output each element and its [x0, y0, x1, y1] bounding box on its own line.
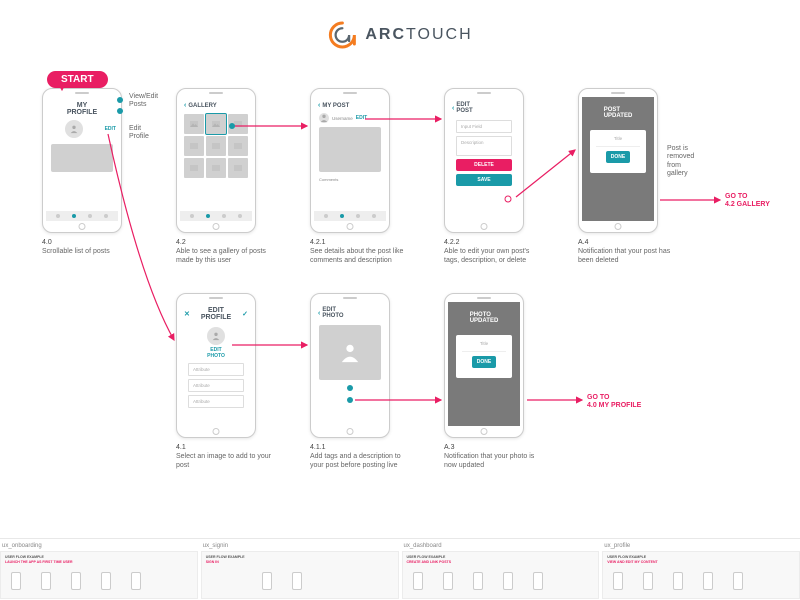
goto-gallery: GO TO 4.2 GALLERY	[725, 193, 770, 210]
comments-label: Comments	[314, 175, 386, 184]
my-profile-title: MY PROFILE	[46, 97, 118, 118]
caption-421: 4.2.1See details about the post like com…	[310, 238, 410, 265]
doc-onboarding[interactable]: ux_onboarding USER FLOW EXAMPLE LAUNCH T…	[0, 543, 198, 600]
flow-arrows	[0, 0, 800, 600]
attribute-field-3[interactable]: Attribute	[188, 395, 244, 408]
document-thumbnails: ux_onboarding USER FLOW EXAMPLE LAUNCH T…	[0, 538, 800, 600]
caption-a4: A.4Notification that your post has been …	[578, 238, 678, 265]
screen-photo-updated: PHOTO UPDATED Title DONE	[444, 293, 524, 438]
confirm-icon[interactable]: ✓	[242, 310, 248, 318]
doc-signin[interactable]: ux_signin USER FLOW EXAMPLE SIGN IN	[201, 543, 399, 600]
annot-view-edit: View/Edit Posts	[129, 93, 158, 110]
attribute-field-1[interactable]: Attribute	[188, 363, 244, 376]
back-icon[interactable]: ‹	[184, 102, 186, 109]
description-field[interactable]: Description	[456, 136, 512, 156]
back-icon[interactable]: ‹	[318, 310, 320, 317]
screen-my-post: ‹MY POST Username EDIT Comments	[310, 88, 390, 233]
screen-my-profile: MY PROFILE EDIT	[42, 88, 122, 233]
delete-button[interactable]: DELETE	[456, 159, 512, 171]
annot-post-removed: Post is removed from gallery	[667, 145, 717, 179]
photo-preview	[319, 325, 381, 380]
action-dot[interactable]	[347, 385, 353, 391]
screen-edit-profile: ✕ EDIT PROFILE ✓ EDIT PHOTO Attribute At…	[176, 293, 256, 438]
close-icon[interactable]: ✕	[184, 310, 190, 318]
gallery-grid[interactable]	[180, 112, 252, 180]
back-icon[interactable]: ‹	[318, 102, 320, 109]
confirmation-modal: Title DONE	[590, 130, 646, 173]
caption-40: 4.0Scrollable list of posts	[42, 238, 142, 256]
start-badge: START	[47, 71, 108, 88]
user-avatar-icon	[319, 113, 329, 123]
screen-gallery: ‹GALLERY	[176, 88, 256, 233]
caption-411: 4.1.1Add tags and a description to your …	[310, 443, 410, 470]
logo-swirl-icon	[327, 20, 357, 50]
edit-photo-title: ‹EDIT PHOTO	[314, 302, 386, 322]
modal-title: Title	[462, 341, 506, 349]
my-post-title: ‹MY POST	[314, 97, 386, 112]
screen-edit-post: ‹EDIT POST Input Field Description DELET…	[444, 88, 524, 233]
goto-profile: GO TO 4.0 MY PROFILE	[587, 394, 641, 411]
post-image	[319, 127, 381, 172]
attribute-field-2[interactable]: Attribute	[188, 379, 244, 392]
input-field[interactable]: Input Field	[456, 120, 512, 133]
save-button[interactable]: SAVE	[456, 174, 512, 186]
edit-profile-titlebar: ✕ EDIT PROFILE ✓	[180, 302, 252, 323]
screen-edit-photo: ‹EDIT PHOTO	[310, 293, 390, 438]
avatar-icon	[65, 120, 83, 138]
annot-edit-profile: Edit Profile	[129, 125, 149, 142]
confirmation-modal: Title DONE	[456, 335, 512, 378]
done-button[interactable]: DONE	[472, 356, 496, 368]
post-placeholder	[51, 144, 113, 172]
doc-dashboard[interactable]: ux_dashboard USER FLOW EXAMPLE CREATE AN…	[402, 543, 600, 600]
gallery-title: ‹GALLERY	[180, 97, 252, 112]
photo-updated-title: PHOTO UPDATED	[448, 302, 520, 327]
caption-a3: A.3Notification that your photo is now u…	[444, 443, 544, 470]
post-updated-title: POST UPDATED	[582, 97, 654, 122]
brand-logo: ARCTOUCH	[327, 20, 472, 50]
back-icon[interactable]: ‹	[452, 105, 454, 112]
edit-post-title: ‹EDIT POST	[448, 97, 520, 117]
modal-title: Title	[596, 136, 640, 144]
edit-profile-link[interactable]: EDIT	[105, 126, 116, 132]
edit-photo-link[interactable]: EDIT PHOTO	[180, 347, 252, 359]
caption-422: 4.2.2Able to edit your own post's tags, …	[444, 238, 544, 265]
logo-text: ARCTOUCH	[365, 26, 472, 44]
username-label: Username	[332, 116, 353, 121]
caption-42: 4.2Able to see a gallery of posts made b…	[176, 238, 276, 265]
tab-bar[interactable]	[46, 211, 118, 221]
done-button[interactable]: DONE	[606, 151, 630, 163]
edit-post-link[interactable]: EDIT	[356, 115, 367, 121]
caption-41: 4.1Select an image to add to your post	[176, 443, 276, 470]
profile-photo-icon	[207, 327, 225, 345]
doc-profile[interactable]: ux_profile USER FLOW EXAMPLE VIEW AND ED…	[602, 543, 800, 600]
screen-post-updated: POST UPDATED Title DONE	[578, 88, 658, 233]
